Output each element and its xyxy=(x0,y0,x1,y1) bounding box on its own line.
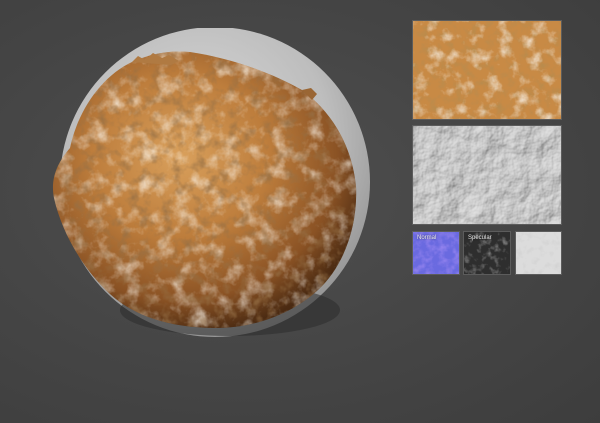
normal-map-label: Normal xyxy=(417,235,437,241)
material-preview-viewport[interactable]: Normal Specular xyxy=(0,0,600,423)
normal-map-thumbnail[interactable]: Normal xyxy=(412,231,460,275)
height-map-icon xyxy=(413,126,561,224)
albedo-map-icon xyxy=(413,21,561,119)
roughness-map-icon xyxy=(516,232,561,274)
albedo-map-thumbnail[interactable] xyxy=(412,20,562,120)
height-map-thumbnail[interactable] xyxy=(412,125,562,225)
specular-map-thumbnail[interactable]: Specular xyxy=(463,231,511,275)
specular-map-label: Specular xyxy=(468,235,492,241)
material-preview-sphere[interactable] xyxy=(40,28,370,348)
roughness-map-thumbnail[interactable] xyxy=(515,231,562,275)
